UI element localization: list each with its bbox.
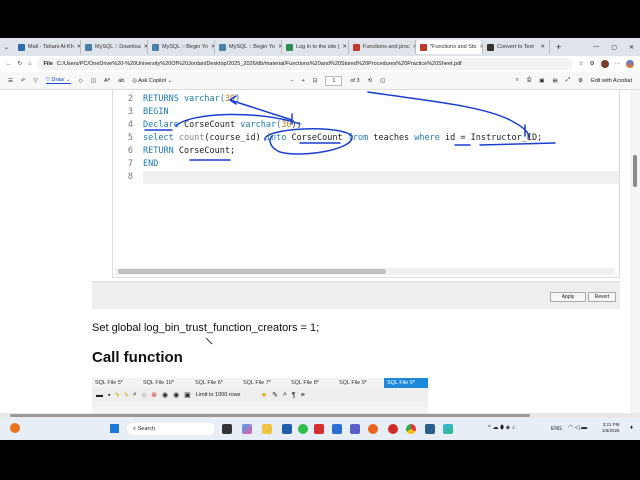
save-icon[interactable]: ▪: [108, 392, 110, 399]
annotation-stroke: [367, 91, 530, 139]
task-view-icon[interactable]: [222, 424, 232, 434]
wrap-icon[interactable]: ≡: [301, 392, 305, 399]
file-explorer-icon[interactable]: [262, 424, 272, 434]
autocommit-icon[interactable]: ▣: [184, 391, 191, 399]
sql-tab[interactable]: SQL File 6*: [192, 378, 226, 388]
page-scroll-thumb[interactable]: [633, 155, 637, 187]
sql-tab[interactable]: SQL File 9*: [336, 378, 370, 388]
call-function-heading: Call function: [92, 349, 183, 366]
commit-icon[interactable]: ◉: [162, 391, 168, 399]
sql-tab[interactable]: SQL File 7*: [240, 378, 274, 388]
toggle-icon[interactable]: ⊗: [151, 391, 157, 399]
invisible-chars-icon[interactable]: ¶: [292, 392, 296, 399]
network-icon[interactable]: ◠ ◁ ▬: [568, 424, 587, 431]
workbench-screenshot: SQL File 5* SQL File 10* SQL File 6* SQL…: [92, 378, 428, 413]
page-vertical-scrollbar[interactable]: [630, 90, 640, 413]
chrome-icon[interactable]: [406, 424, 416, 434]
workbench-icon[interactable]: [425, 424, 435, 434]
outlook-icon[interactable]: [332, 424, 342, 434]
system-tray-icons[interactable]: ^ ☁ ⬮ ◈ ♪: [488, 424, 515, 432]
sql-tab[interactable]: SQL File 5*: [92, 378, 126, 388]
sql-tab[interactable]: SQL File 8*: [288, 378, 322, 388]
taskbar-search[interactable]: ⌕ Search: [127, 423, 215, 435]
language-indicator[interactable]: ENG: [551, 426, 562, 432]
execute-line-icon[interactable]: ϟ: [124, 392, 128, 399]
cursor-icon: [205, 337, 213, 345]
find-icon[interactable]: ⌕: [283, 391, 287, 399]
sql-tab-active[interactable]: SQL File 9*: [384, 378, 428, 388]
beautify-icon[interactable]: ✎: [272, 391, 278, 399]
start-button[interactable]: [110, 424, 119, 433]
stop-icon[interactable]: ○: [142, 392, 146, 399]
weather-icon[interactable]: [10, 423, 20, 433]
app-icon-l[interactable]: [314, 424, 324, 434]
apply-button[interactable]: Apply: [550, 292, 586, 302]
sql-tab[interactable]: SQL File 10*: [140, 378, 177, 388]
bookmark-icon[interactable]: ★: [261, 391, 267, 399]
limit-rows-select[interactable]: Limit to 1000 rows: [196, 392, 256, 398]
explain-icon[interactable]: ⌕: [133, 391, 137, 399]
firefox-icon[interactable]: [368, 424, 378, 434]
teams-icon[interactable]: [350, 424, 360, 434]
annotation-stroke: [299, 124, 556, 146]
annotation-stroke: [144, 113, 301, 131]
store-icon[interactable]: [282, 424, 292, 434]
acrobat-icon[interactable]: [388, 424, 398, 434]
notifications-icon[interactable]: ♦: [630, 425, 633, 431]
set-global-text: Set global log_bin_trust_function_creato…: [92, 322, 320, 334]
whatsapp-icon[interactable]: [298, 424, 308, 434]
search-label: Search: [137, 426, 156, 432]
annotation-stroke: [264, 128, 353, 155]
clock[interactable]: 3:21 PM 1/6/2026: [602, 422, 620, 434]
revert-button[interactable]: Revert: [588, 292, 616, 302]
edge-icon[interactable]: [443, 424, 453, 434]
open-icon[interactable]: ▬: [96, 392, 103, 399]
execute-icon[interactable]: ϟ: [115, 392, 119, 399]
rollback-icon[interactable]: ◉: [173, 391, 179, 399]
routine-panel: Apply Revert: [92, 281, 620, 309]
copilot-app-icon[interactable]: [242, 424, 252, 434]
clock-date: 1/6/2026: [602, 428, 620, 433]
